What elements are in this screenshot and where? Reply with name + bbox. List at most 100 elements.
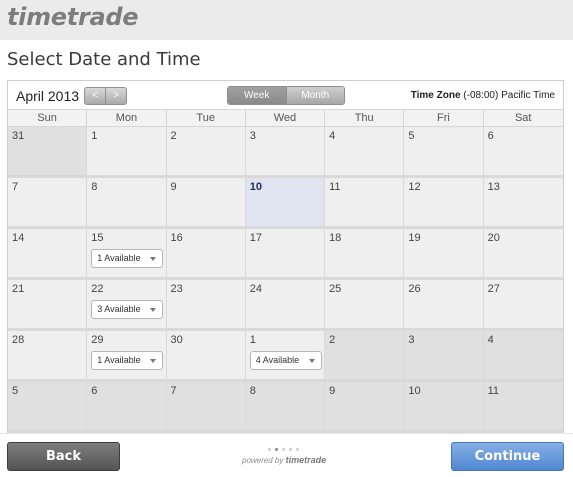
availability-dropdown[interactable]: 4 Available	[249, 351, 322, 370]
day-number: 26	[408, 283, 421, 295]
weekday-thu: Thu	[325, 110, 405, 126]
day-cell[interactable]: 29 1 Available	[87, 331, 167, 379]
day-cell[interactable]: 30	[166, 331, 246, 379]
day-cell[interactable]: 15 1 Available	[87, 229, 167, 277]
day-cell[interactable]: 7	[8, 178, 88, 226]
progress-dot	[282, 448, 285, 451]
week-row: 14 15 1 Available 16 17 18 19 20	[8, 229, 563, 280]
day-number: 21	[12, 283, 25, 295]
day-cell[interactable]: 25	[325, 280, 405, 328]
day-number: 28	[12, 334, 25, 346]
chevron-down-icon	[308, 359, 315, 363]
day-cell[interactable]: 20	[483, 229, 563, 277]
day-number: 30	[170, 334, 183, 346]
day-cell-today[interactable]: 10	[245, 178, 326, 226]
progress-dot	[268, 448, 271, 451]
day-number: 1	[249, 334, 256, 346]
day-cell[interactable]: 8	[87, 178, 167, 226]
day-number: 17	[249, 232, 263, 244]
day-cell[interactable]: 13	[483, 178, 563, 226]
progress-dots	[268, 448, 299, 451]
continue-button[interactable]: Continue	[451, 442, 564, 471]
day-cell[interactable]: 19	[404, 229, 484, 277]
day-number: 23	[170, 283, 183, 295]
footer-divider	[0, 433, 573, 434]
day-cell[interactable]: 26	[404, 280, 484, 328]
day-cell[interactable]: 12	[404, 178, 484, 226]
day-number: 13	[487, 181, 500, 193]
timezone-display: Time Zone (-08:00) Pacific Time	[411, 90, 555, 101]
day-cell[interactable]: 14	[8, 229, 88, 277]
day-cell[interactable]: 10	[404, 382, 484, 430]
day-number: 29	[91, 334, 104, 346]
day-number: 19	[408, 232, 421, 244]
progress-dot	[296, 448, 299, 451]
day-cell[interactable]: 3	[245, 127, 326, 175]
week-row: 21 22 3 Available 23 24 25 26 27	[8, 280, 563, 331]
day-cell[interactable]: 11	[483, 382, 563, 430]
day-cell[interactable]: 7	[166, 382, 246, 430]
weekday-tue: Tue	[167, 110, 246, 126]
day-cell[interactable]: 2	[325, 331, 405, 379]
day-cell[interactable]: 3	[404, 331, 484, 379]
day-number: 25	[329, 283, 342, 295]
day-cell[interactable]: 1	[87, 127, 167, 175]
day-number: 6	[91, 385, 98, 397]
day-cell[interactable]: 17	[245, 229, 326, 277]
availability-dropdown[interactable]: 1 Available	[91, 351, 164, 370]
back-button[interactable]: Back	[7, 442, 120, 471]
calendar: April 2013 < > Week Month Time Zone (-08…	[7, 80, 564, 433]
day-number: 11	[487, 385, 500, 397]
page-title: Select Date and Time	[7, 49, 201, 70]
day-cell[interactable]: 23	[166, 280, 246, 328]
top-bar: timetrade	[0, 0, 573, 40]
day-cell[interactable]: 21	[8, 280, 88, 328]
timetrade-logo: timetrade	[7, 3, 139, 31]
day-number: 6	[487, 130, 494, 142]
day-cell[interactable]: 27	[483, 280, 563, 328]
month-view-button[interactable]: Month	[285, 87, 344, 104]
day-cell[interactable]: 4	[483, 331, 563, 379]
availability-dropdown[interactable]: 3 Available	[91, 300, 164, 319]
day-cell[interactable]: 28	[8, 331, 88, 379]
chevron-down-icon	[150, 308, 157, 312]
prev-month-button[interactable]: <	[85, 88, 105, 104]
week-row: 31 1 2 3 4 5 6	[8, 127, 563, 178]
day-cell[interactable]: 6	[483, 127, 563, 175]
day-cell[interactable]: 24	[245, 280, 326, 328]
day-cell[interactable]: 8	[245, 382, 326, 430]
day-cell[interactable]: 9	[325, 382, 405, 430]
day-number: 27	[487, 283, 500, 295]
day-cell[interactable]: 18	[325, 229, 405, 277]
day-number: 8	[249, 385, 256, 397]
day-number: 11	[329, 181, 341, 193]
day-cell[interactable]: 1 4 Available	[245, 331, 326, 379]
day-cell[interactable]: 2	[166, 127, 246, 175]
day-cell[interactable]: 16	[166, 229, 246, 277]
day-cell[interactable]: 31	[8, 127, 88, 175]
week-view-button[interactable]: Week	[228, 87, 286, 104]
week-row: 28 29 1 Available 30 1 4 Available 2 3 4	[8, 331, 563, 382]
day-cell[interactable]: 6	[87, 382, 167, 430]
availability-label: 1 Available	[97, 253, 141, 263]
day-number: 1	[91, 130, 98, 142]
availability-dropdown[interactable]: 1 Available	[91, 249, 164, 268]
chevron-down-icon	[150, 359, 157, 363]
day-number: 4	[487, 334, 494, 346]
day-cell[interactable]: 5	[404, 127, 484, 175]
timezone-value: (-08:00) Pacific Time	[460, 90, 555, 101]
day-cell[interactable]: 4	[325, 127, 405, 175]
next-month-button[interactable]: >	[105, 88, 126, 104]
day-cell[interactable]: 9	[166, 178, 246, 226]
day-cell[interactable]: 22 3 Available	[87, 280, 167, 328]
day-cell[interactable]: 11	[325, 178, 405, 226]
day-number: 9	[170, 181, 177, 193]
day-number: 10	[249, 181, 263, 193]
weekday-mon: Mon	[87, 110, 167, 126]
day-number: 7	[170, 385, 177, 397]
day-cell[interactable]: 5	[8, 382, 88, 430]
weekday-sat: Sat	[514, 112, 532, 124]
powered-by: powered by timetrade	[242, 455, 326, 465]
day-number: 16	[170, 232, 183, 244]
day-number: 5	[408, 130, 415, 142]
